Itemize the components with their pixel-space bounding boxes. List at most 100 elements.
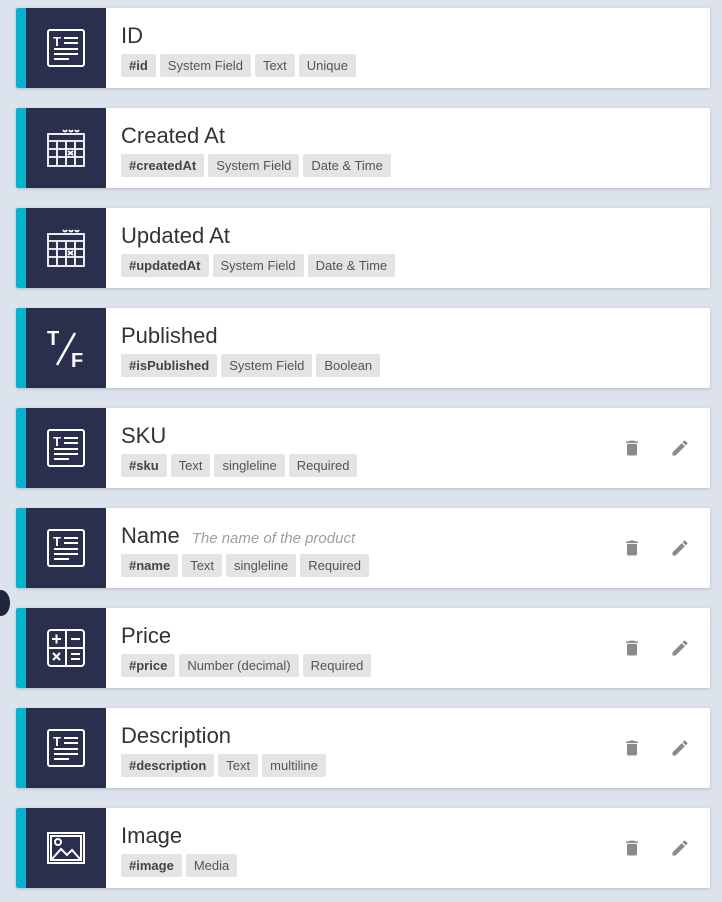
field-tag: multiline <box>262 754 326 777</box>
pencil-icon[interactable] <box>670 838 690 858</box>
pencil-icon[interactable] <box>670 538 690 558</box>
field-actions <box>622 608 690 688</box>
field-content: Created At #createdAt System Field Date & T… <box>106 108 710 188</box>
trash-icon[interactable] <box>622 438 642 458</box>
field-tag: Date & Time <box>303 154 391 177</box>
field-content: Name The name of the product #name Text sing… <box>106 508 710 588</box>
field-tag: Required <box>302 654 372 677</box>
field-card-image[interactable]: Image #image Media <box>16 808 710 888</box>
field-actions <box>622 408 690 488</box>
field-tags: #updatedAt System Field Date & Time <box>121 254 710 277</box>
field-description: The name of the product <box>191 530 356 547</box>
boolean-icon: TF <box>26 308 106 388</box>
field-key-tag: #name <box>121 554 179 577</box>
field-key-tag: #updatedAt <box>121 254 209 277</box>
field-tag: Required <box>300 554 370 577</box>
text-field-icon: T <box>26 408 106 488</box>
field-content: Published #isPublished System Field Boolean <box>106 308 710 388</box>
field-accent-bar <box>16 8 26 88</box>
field-card-name[interactable]: T Name The name of the product #name Text sin… <box>16 508 710 588</box>
field-content: Updated At #updatedAt System Field Date & T… <box>106 208 710 288</box>
field-accent-bar <box>16 808 26 888</box>
field-tag: Boolean <box>316 354 381 377</box>
field-tag: Unique <box>298 54 356 77</box>
field-card-updated-at[interactable]: Updated At #updatedAt System Field Date & T… <box>16 208 710 288</box>
field-title: Description <box>121 723 232 748</box>
field-tag: singleline <box>226 554 297 577</box>
field-tag: System Field <box>212 254 304 277</box>
pencil-icon[interactable] <box>670 738 690 758</box>
field-content: Description #description Text multiline <box>106 708 710 788</box>
svg-text:F: F <box>71 350 83 369</box>
field-key-tag: #description <box>121 754 215 777</box>
field-title: ID <box>121 23 143 48</box>
field-card-price[interactable]: Price #price Number (decimal) Required <box>16 608 710 688</box>
field-accent-bar <box>16 308 26 388</box>
field-card-created-at[interactable]: Created At #createdAt System Field Date & T… <box>16 108 710 188</box>
svg-text:T: T <box>53 734 61 749</box>
field-tag: singleline <box>214 454 285 477</box>
field-title: Name <box>121 523 180 548</box>
field-title: Image <box>121 823 183 848</box>
field-title: Published <box>121 323 218 348</box>
trash-icon[interactable] <box>622 638 642 658</box>
text-field-icon: T <box>26 508 106 588</box>
svg-text:T: T <box>47 328 59 350</box>
field-title: Price <box>121 623 172 648</box>
text-field-icon: T <box>26 708 106 788</box>
calendar-icon <box>26 108 106 188</box>
calculator-icon <box>26 608 106 688</box>
field-tag: System Field <box>208 154 300 177</box>
field-tags: #createdAt System Field Date & Time <box>121 154 710 177</box>
pencil-icon[interactable] <box>670 438 690 458</box>
field-card-sku[interactable]: T SKU #sku Text singleline Required <box>16 408 710 488</box>
field-accent-bar <box>16 608 26 688</box>
field-tag: Text <box>170 454 211 477</box>
field-tag: Text <box>218 754 259 777</box>
field-title: Created At <box>121 123 225 148</box>
trash-icon[interactable] <box>622 538 642 558</box>
field-title: SKU <box>121 423 167 448</box>
field-key-tag: #id <box>121 54 156 77</box>
svg-text:T: T <box>53 34 61 49</box>
field-tag: Text <box>182 554 223 577</box>
trash-icon[interactable] <box>622 838 642 858</box>
field-tag: Number (decimal) <box>179 654 299 677</box>
field-tag: Date & Time <box>307 254 396 277</box>
field-content: ID #id System Field Text Unique <box>106 8 710 88</box>
field-accent-bar <box>16 708 26 788</box>
field-actions <box>622 708 690 788</box>
pencil-icon[interactable] <box>670 638 690 658</box>
field-accent-bar <box>16 208 26 288</box>
field-key-tag: #price <box>121 654 176 677</box>
field-tag: Required <box>288 454 358 477</box>
field-content: SKU #sku Text singleline Required <box>106 408 710 488</box>
calendar-icon <box>26 208 106 288</box>
trash-icon[interactable] <box>622 738 642 758</box>
field-tags: #isPublished System Field Boolean <box>121 354 710 377</box>
field-accent-bar <box>16 108 26 188</box>
field-content: Image #image Media <box>106 808 710 888</box>
text-field-icon: T <box>26 8 106 88</box>
field-content: Price #price Number (decimal) Required <box>106 608 710 688</box>
svg-text:T: T <box>53 434 61 449</box>
field-tag: Media <box>185 854 238 877</box>
field-accent-bar <box>16 508 26 588</box>
field-card-published[interactable]: T F Published #isPublished System Field Boole… <box>16 308 710 388</box>
field-actions <box>622 508 690 588</box>
field-card-description[interactable]: T Description #description Text multiline <box>16 708 710 788</box>
field-card-id[interactable]: T ID #id System Field Text Unique <box>16 8 710 88</box>
field-tag: System Field <box>159 54 251 77</box>
field-tag: System Field <box>221 354 313 377</box>
field-actions <box>622 808 690 888</box>
field-tag: Text <box>254 54 295 77</box>
sidebar-toggle-handle[interactable] <box>0 590 10 616</box>
image-icon <box>26 808 106 888</box>
field-key-tag: #sku <box>121 454 167 477</box>
field-key-tag: #image <box>121 854 182 877</box>
field-tags: #id System Field Text Unique <box>121 54 710 77</box>
field-title: Updated At <box>121 223 230 248</box>
field-key-tag: #createdAt <box>121 154 205 177</box>
field-key-tag: #isPublished <box>121 354 218 377</box>
field-accent-bar <box>16 408 26 488</box>
